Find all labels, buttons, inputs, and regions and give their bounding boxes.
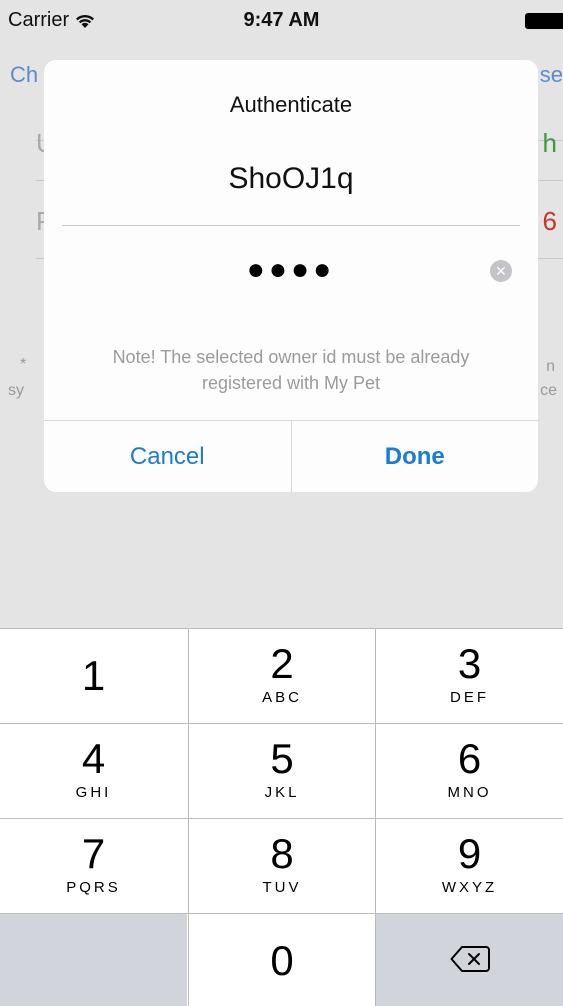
key-0[interactable]: 0 xyxy=(188,914,376,1006)
key-2[interactable]: 2 ABC xyxy=(188,629,376,723)
password-field[interactable]: ●●●● xyxy=(44,250,538,290)
alert-actions: Cancel Done xyxy=(44,420,538,492)
key-6[interactable]: 6 MNO xyxy=(376,724,563,818)
done-button[interactable]: Done xyxy=(290,421,539,492)
key-letters: WXYZ xyxy=(441,879,498,896)
bg-note-fragment: n xyxy=(546,358,555,375)
key-letters: JKL xyxy=(264,784,300,801)
key-digit: 0 xyxy=(270,937,294,984)
key-digit: 7 xyxy=(81,830,106,877)
bg-note-fragment: ce xyxy=(540,382,557,399)
cancel-button[interactable]: Cancel xyxy=(44,421,291,492)
key-blank xyxy=(0,914,187,1006)
key-digit: 6 xyxy=(457,735,482,782)
alert-note: Note! The selected owner id must be alre… xyxy=(112,347,470,393)
key-digit: 9 xyxy=(457,830,482,877)
authenticate-alert: Authenticate ShoOJ1q ●●●● ✕ Note! The se… xyxy=(44,60,538,492)
key-digit: 3 xyxy=(457,640,482,687)
nav-back-button: Ch xyxy=(10,62,39,87)
key-letters: GHI xyxy=(75,784,112,801)
field-divider xyxy=(62,225,520,226)
key-9[interactable]: 9 WXYZ xyxy=(376,819,563,913)
battery-icon xyxy=(525,13,563,29)
bg-row2-value: 6 xyxy=(542,206,557,236)
key-1[interactable]: 1 xyxy=(0,629,187,723)
status-time: 9:47 AM xyxy=(243,9,320,31)
key-digit: 2 xyxy=(270,640,294,687)
key-letters: MNO xyxy=(447,784,492,801)
key-3[interactable]: 3 DEF xyxy=(376,629,563,723)
key-digit: 1 xyxy=(81,652,106,699)
owner-id-field[interactable]: ShoOJ1q xyxy=(44,162,538,196)
nav-right-button: se xyxy=(539,62,563,87)
bg-row1-value: h xyxy=(542,128,557,158)
key-digit: 8 xyxy=(270,830,294,877)
key-8[interactable]: 8 TUV xyxy=(188,819,376,913)
delete-key[interactable] xyxy=(376,914,563,1006)
key-7[interactable]: 7 PQRS xyxy=(0,819,187,913)
bg-note-fragment: * xyxy=(20,356,27,373)
key-letters: DEF xyxy=(450,689,489,706)
key-letters: ABC xyxy=(262,689,302,706)
key-letters: PQRS xyxy=(66,879,121,896)
key-digit: 4 xyxy=(81,735,106,782)
key-5[interactable]: 5 JKL xyxy=(188,724,376,818)
numeric-keypad: 1 2 ABC 3 DEF 4 GHI 5 JKL 6 MNO 7 PQRS 8… xyxy=(0,628,563,1006)
key-4[interactable]: 4 GHI xyxy=(0,724,187,818)
clear-text-button[interactable]: ✕ xyxy=(490,260,512,282)
key-digit: 5 xyxy=(270,735,294,782)
backspace-icon xyxy=(450,946,490,972)
bg-note-fragment: sy xyxy=(8,382,24,399)
status-bar: Carrier 9:47 AM xyxy=(0,0,563,40)
key-letters: TUV xyxy=(262,879,302,896)
alert-title: Authenticate xyxy=(229,92,353,117)
